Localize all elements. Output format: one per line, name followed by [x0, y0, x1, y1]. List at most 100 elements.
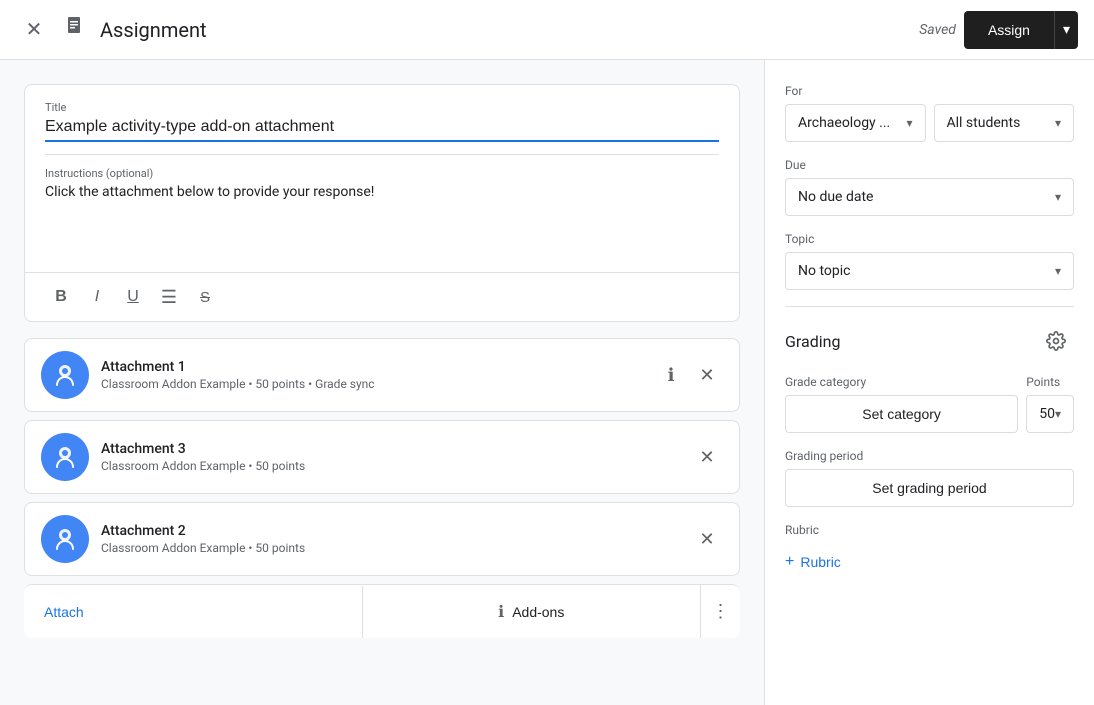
instructions-section: Instructions (optional) Click the attach…	[25, 155, 739, 272]
for-row: Archaeology ... ▾ All students ▾	[785, 104, 1074, 142]
attachment-3-meta: Classroom Addon Example • 50 points	[101, 459, 679, 473]
attachment-1-icon	[41, 351, 89, 399]
rubric-section: Rubric + Rubric	[785, 523, 1074, 579]
due-dropdown-value: No due date	[798, 189, 873, 205]
info-icon: ℹ	[668, 365, 675, 386]
topic-dropdown[interactable]: No topic ▾	[785, 252, 1074, 290]
class-dropdown[interactable]: Archaeology ... ▾	[785, 104, 926, 142]
attachment-2-icon	[41, 515, 89, 563]
attachment-2-name: Attachment 2	[101, 523, 679, 539]
rubric-label: Rubric	[785, 523, 1074, 537]
add-rubric-button[interactable]: + Rubric	[785, 545, 841, 579]
table-row: Attachment 3 Classroom Addon Example • 5…	[24, 420, 740, 494]
grade-row: Grade category Set category Points 50 ▾	[785, 375, 1074, 433]
addons-button[interactable]: ℹ Add-ons	[362, 586, 701, 638]
header: ✕ Assignment Saved Assign ▾	[0, 0, 1094, 60]
attachment-1-actions: ℹ ✕	[655, 359, 723, 391]
grading-header: Grading	[785, 323, 1074, 359]
attachment-3-remove-button[interactable]: ✕	[691, 441, 723, 473]
class-dropdown-chevron: ▾	[906, 116, 912, 130]
saved-status: Saved	[919, 22, 956, 38]
grading-period-section: Grading period Set grading period	[785, 449, 1074, 507]
attachment-3-info: Attachment 3 Classroom Addon Example • 5…	[101, 441, 679, 473]
page-title: Assignment	[100, 18, 207, 42]
due-label: Due	[785, 158, 1074, 172]
section-divider	[785, 306, 1074, 307]
grading-title: Grading	[785, 332, 840, 351]
attachment-1-info: Attachment 1 Classroom Addon Example • 5…	[101, 359, 643, 391]
close-icon: ✕	[26, 17, 43, 42]
strikethrough-button[interactable]: S	[189, 281, 221, 313]
attachments-list: Attachment 1 Classroom Addon Example • 5…	[24, 338, 740, 576]
left-panel: Title Instructions (optional) Click the …	[0, 60, 764, 705]
for-section: For Archaeology ... ▾ All students ▾	[785, 84, 1074, 142]
instructions-label: Instructions (optional)	[45, 167, 719, 180]
title-label: Title	[45, 101, 719, 114]
italic-button[interactable]: I	[81, 281, 113, 313]
assign-dropdown-button[interactable]: ▾	[1054, 11, 1078, 49]
grade-category-label: Grade category	[785, 375, 1018, 389]
points-label: Points	[1026, 375, 1074, 389]
students-dropdown-value: All students	[947, 115, 1021, 131]
close-icon: ✕	[699, 529, 714, 550]
for-label: For	[785, 84, 1074, 98]
gear-icon	[1046, 331, 1066, 351]
more-icon: ⋮	[712, 601, 730, 622]
points-value: 50	[1039, 406, 1055, 422]
title-section: Title	[25, 85, 739, 154]
topic-dropdown-chevron: ▾	[1055, 264, 1061, 278]
students-dropdown[interactable]: All students ▾	[934, 104, 1075, 142]
attach-button[interactable]: Attach	[24, 588, 362, 636]
instructions-text: Click the attachment below to provide yo…	[45, 184, 719, 264]
list-button[interactable]: ☰	[153, 281, 185, 313]
set-category-button[interactable]: Set category	[785, 395, 1018, 433]
main-layout: Title Instructions (optional) Click the …	[0, 60, 1094, 705]
attachment-3-actions: ✕	[691, 441, 723, 473]
plus-icon: +	[785, 553, 794, 571]
assign-dropdown-chevron: ▾	[1063, 21, 1070, 38]
attachment-1-meta: Classroom Addon Example • 50 points • Gr…	[101, 377, 643, 391]
attachment-2-remove-button[interactable]: ✕	[691, 523, 723, 555]
topic-dropdown-value: No topic	[798, 263, 850, 279]
more-button[interactable]: ⋮	[700, 585, 740, 638]
grading-settings-button[interactable]	[1038, 323, 1074, 359]
assign-button[interactable]: Assign	[964, 11, 1054, 49]
info-circle-icon: ℹ	[498, 602, 504, 622]
header-right: Saved Assign ▾	[919, 11, 1078, 49]
close-button[interactable]: ✕	[16, 12, 52, 48]
table-row: Attachment 2 Classroom Addon Example • 5…	[24, 502, 740, 576]
table-row: Attachment 1 Classroom Addon Example • 5…	[24, 338, 740, 412]
bold-button[interactable]: B	[45, 281, 77, 313]
due-dropdown-chevron: ▾	[1055, 190, 1061, 204]
topic-label: Topic	[785, 232, 1074, 246]
attachment-1-remove-button[interactable]: ✕	[691, 359, 723, 391]
attachment-1-name: Attachment 1	[101, 359, 643, 375]
attachment-3-icon	[41, 433, 89, 481]
grading-period-label: Grading period	[785, 449, 1074, 463]
header-left: ✕ Assignment	[16, 12, 919, 48]
attachment-3-name: Attachment 3	[101, 441, 679, 457]
attachment-1-info-button[interactable]: ℹ	[655, 359, 687, 391]
close-icon: ✕	[699, 365, 714, 386]
add-rubric-label: Rubric	[800, 554, 840, 570]
attachment-2-actions: ✕	[691, 523, 723, 555]
right-panel: For Archaeology ... ▾ All students ▾ Due	[764, 60, 1094, 705]
grade-category-col: Grade category Set category	[785, 375, 1018, 433]
points-dropdown[interactable]: 50 ▾	[1026, 395, 1074, 433]
text-toolbar: B I U ☰ S	[25, 272, 739, 321]
app-container: ✕ Assignment Saved Assign ▾	[0, 0, 1094, 705]
class-dropdown-value: Archaeology ...	[798, 115, 890, 131]
set-grading-period-button[interactable]: Set grading period	[785, 469, 1074, 507]
due-section: Due No due date ▾	[785, 158, 1074, 216]
points-dropdown-chevron: ▾	[1055, 407, 1061, 421]
attachment-2-meta: Classroom Addon Example • 50 points	[101, 541, 679, 555]
bottom-toolbar: Attach ℹ Add-ons ⋮	[24, 584, 740, 638]
addons-label: Add-ons	[512, 604, 564, 620]
title-input[interactable]	[45, 118, 719, 142]
underline-button[interactable]: U	[117, 281, 149, 313]
close-icon: ✕	[699, 447, 714, 468]
due-dropdown[interactable]: No due date ▾	[785, 178, 1074, 216]
topic-section: Topic No topic ▾	[785, 232, 1074, 290]
points-col: Points 50 ▾	[1026, 375, 1074, 433]
students-dropdown-chevron: ▾	[1055, 116, 1061, 130]
